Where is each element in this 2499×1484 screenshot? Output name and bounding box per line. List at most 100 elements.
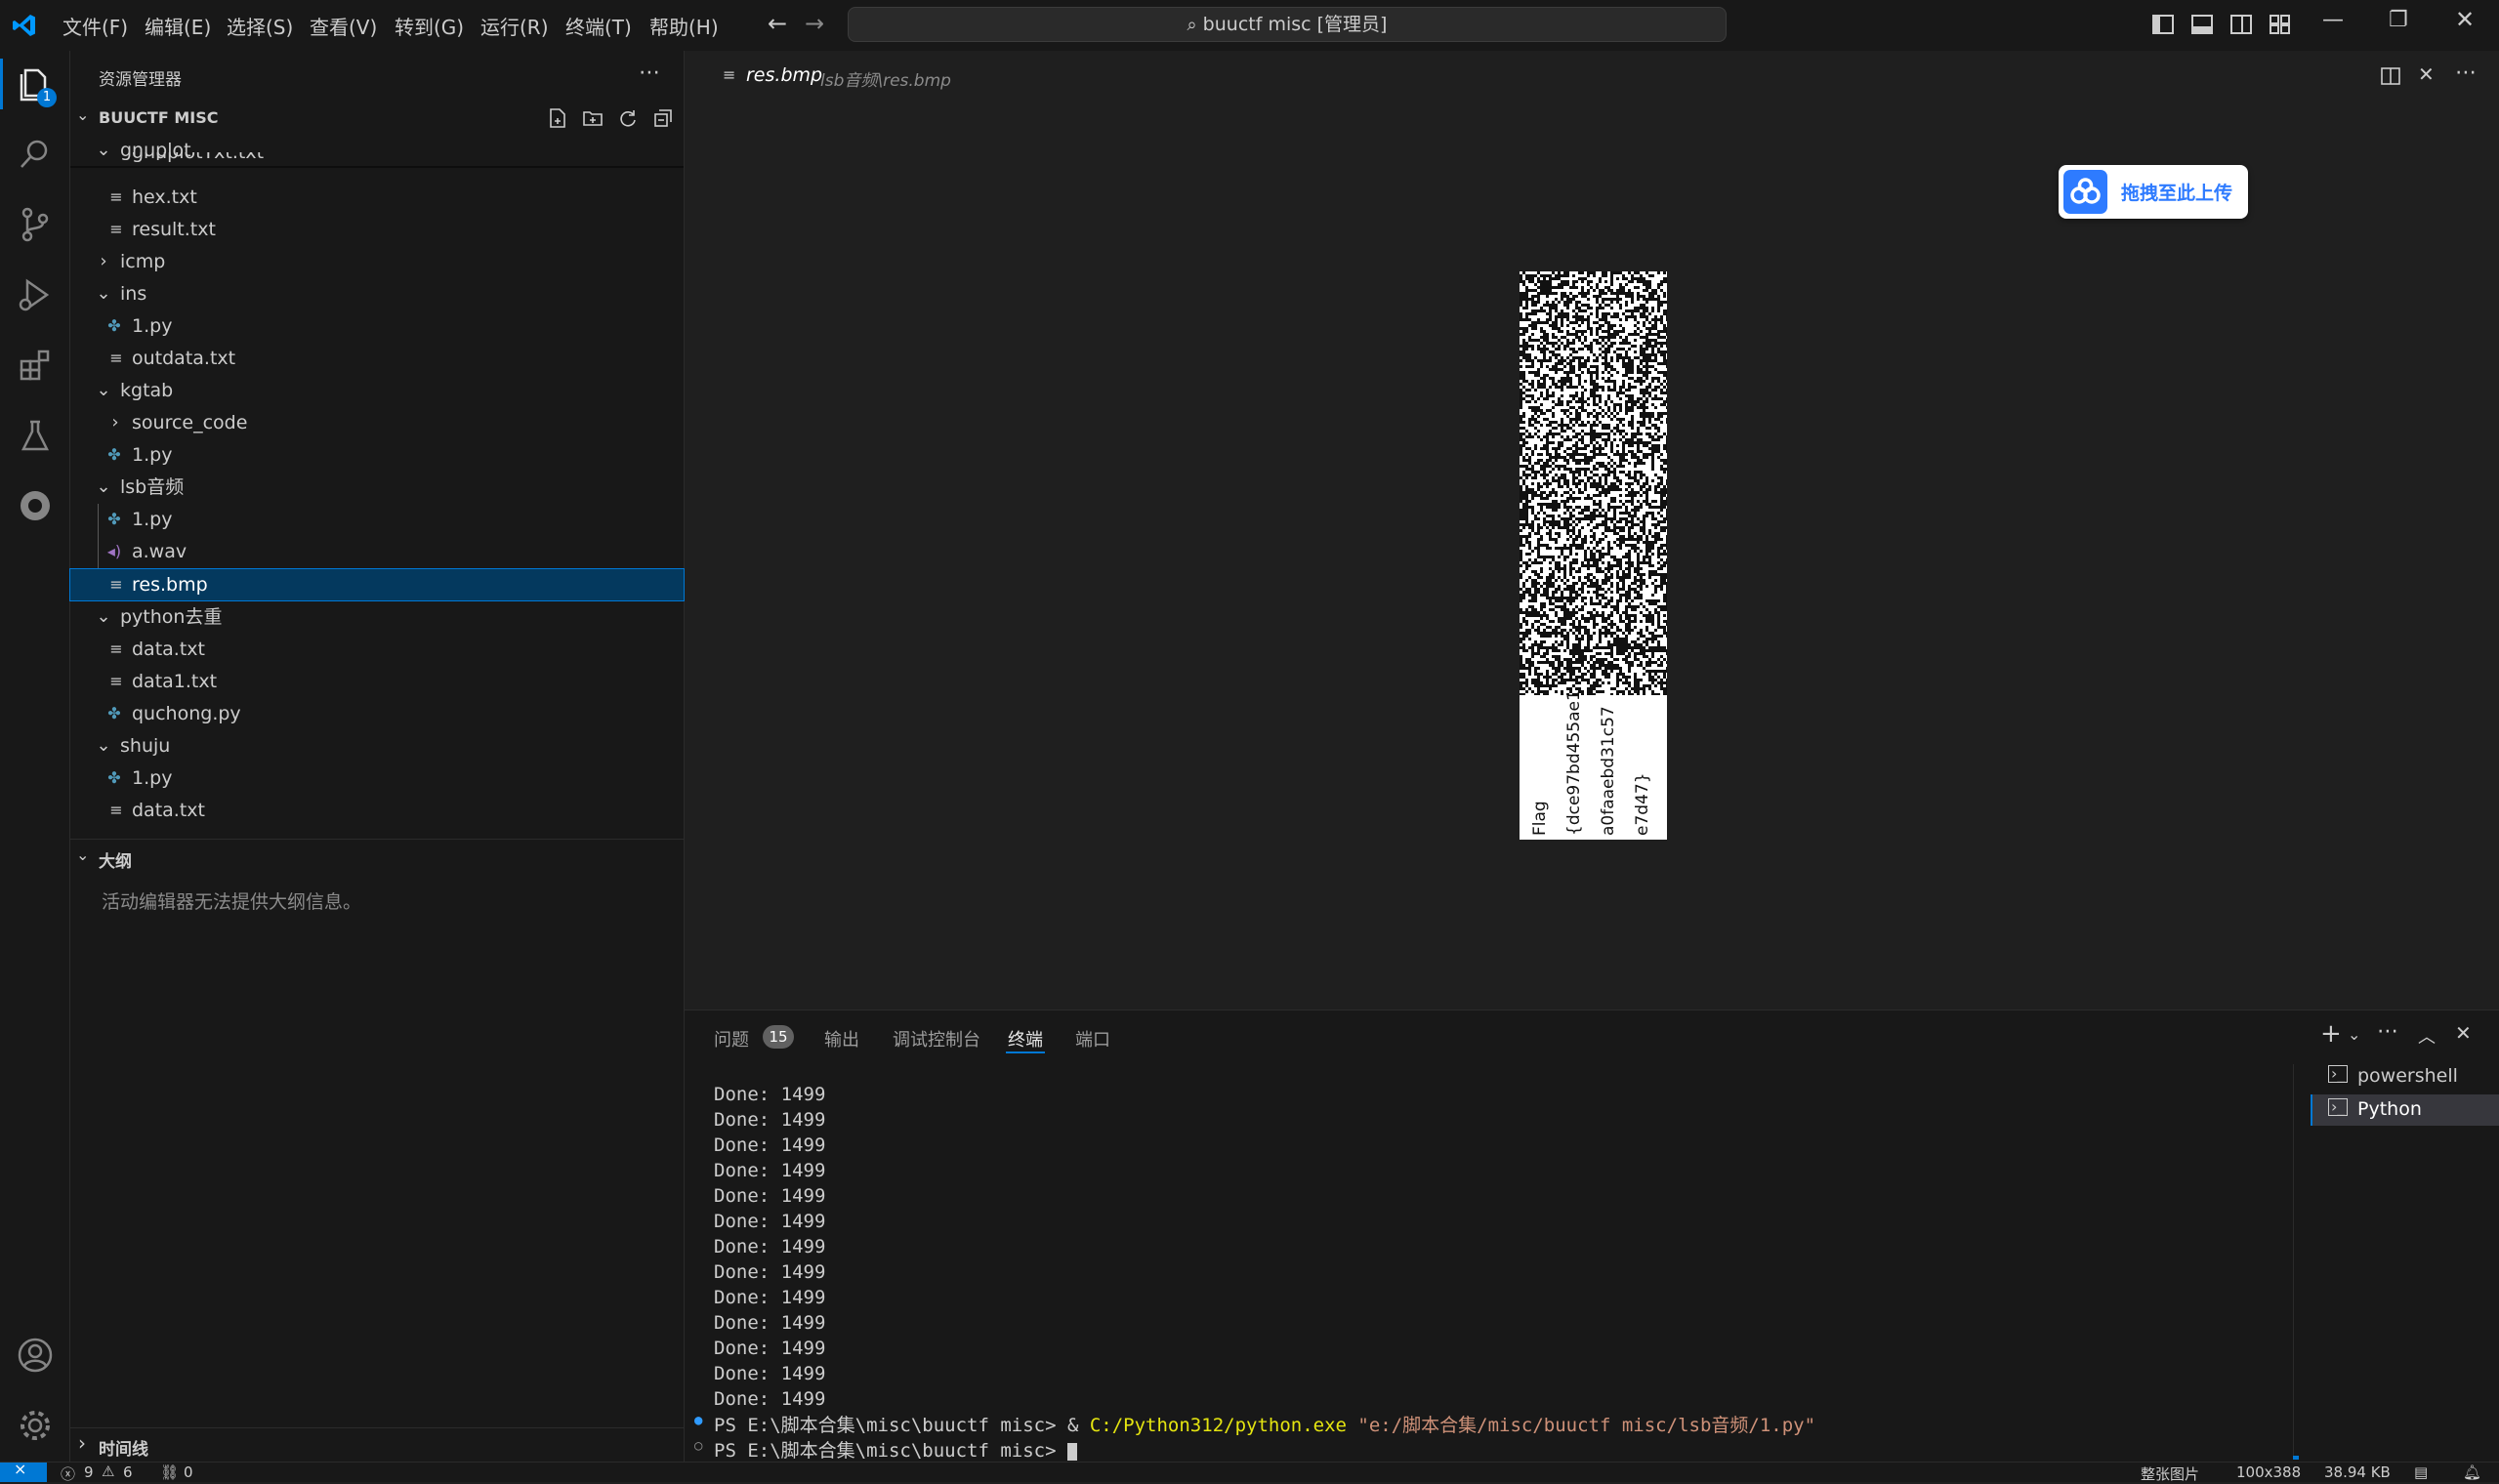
new-folder-icon[interactable] [582, 107, 604, 129]
warning-icon[interactable]: ⚠ [102, 1463, 114, 1480]
panel-more-icon[interactable]: ⋯ [2377, 1019, 2398, 1044]
feedback-icon[interactable]: ▤ [2414, 1463, 2428, 1481]
tree-file-gnuplottxt[interactable]: gnuplotTxt.txt [70, 152, 684, 168]
tree-file-lsb-1py[interactable]: ✤ 1.py [70, 504, 684, 535]
maximize-panel-icon[interactable]: ︿ [2418, 1023, 2436, 1049]
tree-folder-icmp[interactable]: › icmp [70, 246, 684, 277]
chevron-down-icon: ⌄ [96, 735, 111, 756]
close-panel-icon[interactable]: ✕ [2455, 1021, 2472, 1045]
extensions-icon[interactable] [16, 346, 55, 385]
toggle-secondary-sidebar-icon[interactable] [2228, 12, 2254, 37]
problems-count-badge: 15 [763, 1025, 794, 1049]
text-file-icon: ≡ [109, 349, 123, 367]
close-window-icon[interactable]: ✕ [2455, 6, 2475, 33]
tree-file-ins-1py[interactable]: ✤ 1.py [70, 310, 684, 342]
editor-more-icon[interactable]: ⋯ [2455, 61, 2477, 85]
tree-file-data1txt[interactable]: ≡ data1.txt [70, 666, 684, 697]
notifications-bell-icon[interactable]: 🔔︎ [2463, 1463, 2481, 1481]
minimize-icon[interactable]: — [2322, 8, 2344, 32]
last-prompt: PS E:\脚本合集\misc\buuctf misc> [714, 1440, 1067, 1462]
split-editor-icon[interactable] [2379, 64, 2402, 88]
testing-icon[interactable] [16, 416, 55, 455]
tab-problems[interactable]: 问题 [714, 1026, 749, 1051]
terminal-scrollbar[interactable] [2293, 1456, 2299, 1460]
outline-header[interactable]: ⌄ 大纲 [70, 842, 684, 873]
tree-folder-kgtab[interactable]: ⌄ kgtab [70, 375, 684, 406]
tree-folder-shuju[interactable]: ⌄ shuju [70, 730, 684, 762]
menu-edit[interactable]: 编辑(E) [145, 12, 211, 40]
menu-go[interactable]: 转到(G) [395, 12, 464, 40]
tab-description: lsb音频\res.bmp [820, 71, 951, 91]
menu-help[interactable]: 帮助(H) [649, 12, 719, 40]
tree-file-shuju-1py[interactable]: ✤ 1.py [70, 763, 684, 794]
ports-icon[interactable]: ⛓ [160, 1463, 179, 1481]
tab-ports[interactable]: 端口 [1075, 1026, 1110, 1051]
tree-label: 1.py [132, 444, 173, 466]
new-terminal-icon[interactable]: + [2320, 1019, 2342, 1049]
tree-file-kgtab-1py[interactable]: ✤ 1.py [70, 439, 684, 471]
menu-view[interactable]: 查看(V) [310, 12, 377, 40]
new-file-icon[interactable] [547, 107, 568, 129]
upload-drop-button[interactable]: 拖拽至此上传 [2059, 165, 2248, 219]
tree-file-result[interactable]: ≡ result.txt [70, 214, 684, 245]
tree-file-shuju-data[interactable]: ≡ data.txt [70, 795, 684, 826]
tree-file-resbmp[interactable]: ≡ res.bmp [69, 568, 685, 601]
tree-file-awav[interactable]: ◂) a.wav [70, 536, 684, 567]
tab-terminal[interactable]: 终端 [1008, 1026, 1043, 1051]
tree-file-outdata[interactable]: ≡ outdata.txt [70, 343, 684, 374]
flag-text: Flag {dce97bd455ae1 a0faaebd31c57 e7d47} [1523, 689, 1660, 836]
refresh-icon[interactable] [617, 107, 639, 129]
search-icon[interactable] [16, 135, 55, 174]
chevron-down-icon[interactable]: ⌄ [2348, 1025, 2360, 1044]
terminal-output-line: Done: 1499 [714, 1236, 826, 1257]
tree-file-quchong[interactable]: ✤ quchong.py [70, 698, 684, 729]
toggle-panel-icon[interactable] [2189, 12, 2215, 37]
tab-debug-console[interactable]: 调试控制台 [893, 1026, 980, 1051]
terminal-tab-python[interactable]: ›_ Python [2311, 1094, 2499, 1126]
audio-file-icon: ◂) [106, 542, 122, 560]
menu-terminal[interactable]: 终端(T) [565, 12, 632, 40]
source-control-icon[interactable] [16, 205, 55, 244]
remote-explorer-icon[interactable] [16, 486, 55, 525]
manage-gear-icon[interactable] [16, 1406, 55, 1445]
collapse-all-icon[interactable] [652, 107, 674, 129]
upload-label: 拖拽至此上传 [2121, 183, 2233, 204]
tree-file-datatxt[interactable]: ≡ data.txt [70, 634, 684, 665]
terminal-name: powershell [2357, 1065, 2458, 1087]
forward-arrow-icon[interactable]: → [805, 10, 824, 37]
remote-indicator[interactable]: ⨯ [0, 1460, 47, 1482]
tree-label: 1.py [132, 767, 173, 789]
tree-label: shuju [120, 735, 171, 757]
noise-pattern [1520, 271, 1667, 695]
accounts-icon[interactable] [16, 1336, 55, 1375]
customize-layout-icon[interactable] [2268, 12, 2293, 37]
tree-folder-source-code[interactable]: › source_code [70, 407, 684, 438]
cmd-exe: C:/Python312/python.exe [1089, 1415, 1347, 1436]
toggle-primary-sidebar-icon[interactable] [2150, 12, 2176, 37]
more-actions-icon[interactable]: ⋯ [639, 61, 660, 85]
back-arrow-icon[interactable]: ← [768, 10, 787, 37]
vscode-logo-icon[interactable] [12, 13, 37, 38]
menu-selection[interactable]: 选择(S) [227, 12, 293, 40]
close-editor-icon[interactable]: ✕ [2418, 62, 2435, 86]
terminal-output-line: Done: 1499 [714, 1160, 826, 1181]
tree-folder-ins[interactable]: ⌄ ins [70, 278, 684, 309]
restore-icon[interactable]: ❐ [2389, 8, 2408, 32]
tree-file-hex[interactable]: ≡ hex.txt [70, 182, 684, 213]
terminal-output-line: Done: 1499 [714, 1084, 826, 1105]
terminal-output-line: Done: 1499 [714, 1109, 826, 1131]
terminal-tab-powershell[interactable]: ›_ powershell [2295, 1062, 2499, 1093]
run-debug-icon[interactable] [16, 275, 55, 314]
python-file-icon: ✤ [107, 445, 121, 464]
tree-folder-lsb[interactable]: ⌄ lsb音频 [70, 472, 684, 503]
flag-line: a0faaebd31c57 [1599, 706, 1618, 836]
terminal-output-line: Done: 1499 [714, 1363, 826, 1384]
tab-output[interactable]: 输出 [824, 1026, 859, 1051]
tree-label: a.wav [132, 541, 187, 562]
timeline-header[interactable]: › 时间线 [70, 1429, 684, 1461]
tree-folder-python-dedup[interactable]: ⌄ python去重 [70, 601, 684, 633]
menu-file[interactable]: 文件(F) [62, 12, 128, 40]
terminal-prompt[interactable]: PS E:\脚本合集\misc\buuctf misc> [714, 1436, 1077, 1463]
menu-run[interactable]: 运行(R) [480, 12, 549, 40]
command-center[interactable]: ⌕ buuctf misc [管理员] [848, 7, 1727, 42]
